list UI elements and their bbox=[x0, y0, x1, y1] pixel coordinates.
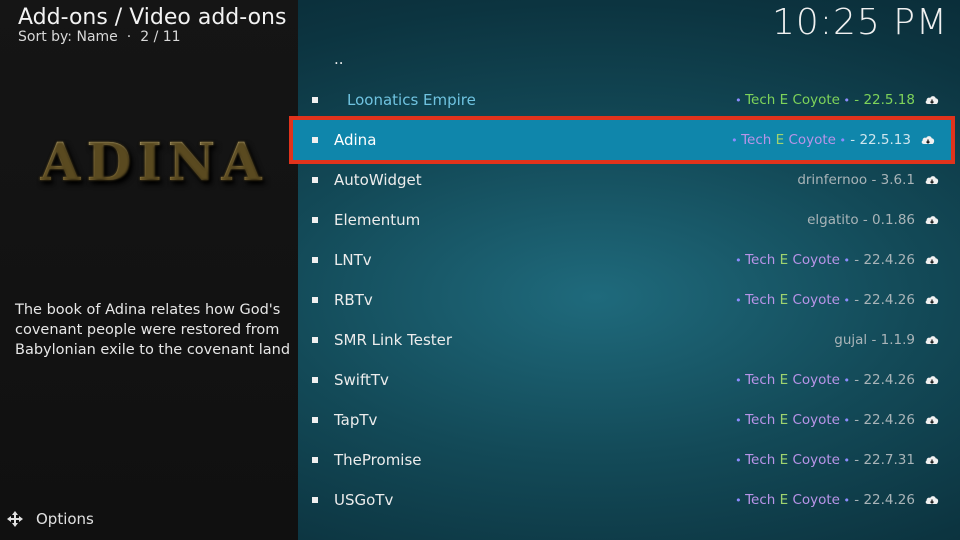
bullet-icon bbox=[312, 177, 318, 183]
install-cloud-icon bbox=[924, 212, 940, 232]
addon-name: Adina bbox=[334, 131, 377, 149]
bullet-icon bbox=[312, 337, 318, 343]
list-item[interactable]: SMR Link Tester gujal - 1.1.9 bbox=[298, 320, 960, 360]
install-cloud-icon bbox=[924, 292, 940, 312]
addon-name: SMR Link Tester bbox=[334, 331, 453, 349]
addon-name: Loonatics Empire bbox=[347, 91, 476, 109]
addon-author-version: drinfernoo - 3.6.1 bbox=[797, 172, 915, 188]
addon-author-version: gujal - 1.1.9 bbox=[834, 332, 915, 348]
list-item[interactable]: USGoTv • Tech E Coyote • - 22.4.26 bbox=[298, 480, 960, 520]
install-cloud-icon bbox=[924, 252, 940, 272]
install-cloud-icon bbox=[924, 452, 940, 472]
list-item[interactable]: ThePromise • Tech E Coyote • - 22.7.31 bbox=[298, 440, 960, 480]
addon-author-version: • Tech E Coyote • - 22.4.26 bbox=[735, 252, 915, 268]
addon-author-version: • Tech E Coyote • - 22.4.26 bbox=[735, 292, 915, 308]
separator-dot: · bbox=[126, 29, 132, 45]
list-item[interactable]: LNTv • Tech E Coyote • - 22.4.26 bbox=[298, 240, 960, 280]
bullet-icon bbox=[312, 457, 318, 463]
addon-author-version: • Tech E Coyote • - 22.7.31 bbox=[735, 452, 915, 468]
list-item[interactable]: Loonatics Empire • Tech E Coyote • - 22.5… bbox=[298, 80, 960, 120]
bullet-icon bbox=[312, 297, 318, 303]
list-item[interactable]: TapTv • Tech E Coyote • - 22.4.26 bbox=[298, 400, 960, 440]
parent-folder-item[interactable]: .. bbox=[298, 40, 960, 80]
addon-author-version: • Tech E Coyote • - 22.4.26 bbox=[735, 412, 915, 428]
bullet-icon bbox=[312, 137, 318, 143]
bullet-icon bbox=[312, 377, 318, 383]
bullet-icon bbox=[312, 257, 318, 263]
install-cloud-icon bbox=[924, 92, 940, 112]
parent-folder-label: .. bbox=[334, 50, 344, 68]
info-panel: ADINA ADINA The book of Adina relates ho… bbox=[0, 0, 298, 540]
sort-label: Sort by: Name bbox=[18, 29, 118, 45]
install-cloud-icon bbox=[924, 492, 940, 512]
breadcrumb: Add-ons / Video add-ons bbox=[18, 5, 287, 30]
addon-author-version: • Tech E Coyote • - 22.5.13 bbox=[731, 132, 911, 148]
options-label: Options bbox=[36, 510, 94, 528]
clock: 10:25 PM bbox=[772, 2, 948, 43]
bullet-icon bbox=[312, 417, 318, 423]
addon-name: TapTv bbox=[334, 411, 378, 429]
sort-info[interactable]: Sort by: Name · 2 / 11 bbox=[18, 29, 181, 45]
addon-name: ThePromise bbox=[334, 451, 422, 469]
addon-author-version: • Tech E Coyote • - 22.5.18 bbox=[735, 92, 915, 108]
addon-author-version: • Tech E Coyote • - 22.4.26 bbox=[735, 492, 915, 508]
addon-list: .. Loonatics Empire • Tech E Coyote • - 2… bbox=[289, 40, 960, 520]
addon-name: RBTv bbox=[334, 291, 373, 309]
addon-author-version: elgatito - 0.1.86 bbox=[807, 212, 915, 228]
addon-name: SwiftTv bbox=[334, 371, 389, 389]
addon-name: USGoTv bbox=[334, 491, 394, 509]
install-cloud-icon bbox=[924, 372, 940, 392]
addon-description: The book of Adina relates how God's cove… bbox=[15, 302, 291, 358]
install-cloud-icon bbox=[924, 412, 940, 432]
options-icon bbox=[7, 511, 23, 527]
list-item[interactable]: Elementum elgatito - 0.1.86 bbox=[298, 200, 960, 240]
list-item[interactable]: SwiftTv • Tech E Coyote • - 22.4.26 bbox=[298, 360, 960, 400]
item-position: 2 / 11 bbox=[140, 29, 181, 45]
options-button[interactable]: Options bbox=[6, 510, 94, 528]
list-item[interactable]: AutoWidget drinfernoo - 3.6.1 bbox=[298, 160, 960, 200]
bullet-icon bbox=[312, 497, 318, 503]
addon-name: AutoWidget bbox=[334, 171, 422, 189]
addon-logo: ADINA bbox=[40, 132, 270, 207]
bullet-icon bbox=[312, 217, 318, 223]
install-cloud-icon bbox=[924, 172, 940, 192]
addon-name: Elementum bbox=[334, 211, 421, 229]
addon-author-version: • Tech E Coyote • - 22.4.26 bbox=[735, 372, 915, 388]
bullet-icon bbox=[312, 97, 318, 103]
list-item[interactable]: RBTv • Tech E Coyote • - 22.4.26 bbox=[298, 280, 960, 320]
install-cloud-icon bbox=[924, 332, 940, 352]
list-item-selected[interactable]: Adina • Tech E Coyote • - 22.5.13 bbox=[289, 116, 955, 164]
addon-name: LNTv bbox=[334, 251, 372, 269]
install-cloud-icon bbox=[920, 132, 936, 152]
